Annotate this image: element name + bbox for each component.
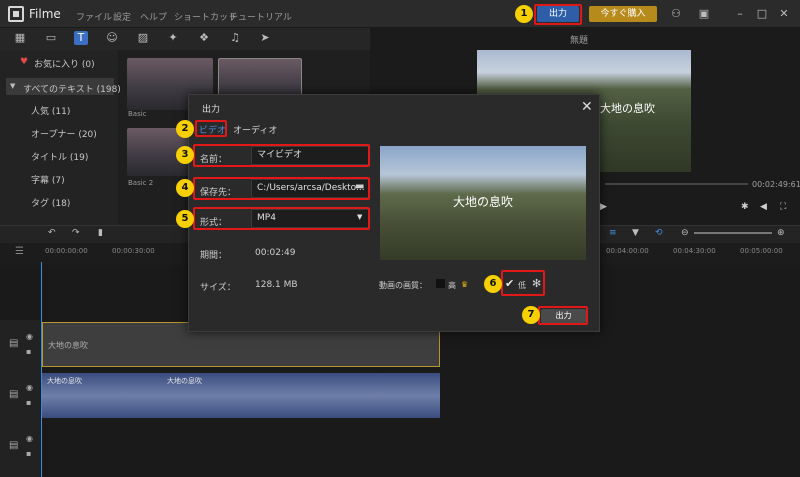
track-headers: [0, 320, 40, 477]
menu-file[interactable]: ファイル: [76, 10, 112, 23]
volume-icon[interactable]: ◀: [760, 202, 767, 212]
settings-icon[interactable]: ✱: [741, 202, 749, 212]
sidebar-item-all-text-label: すべてのテキスト (198): [23, 85, 121, 95]
fullscreen-icon[interactable]: ⛶: [780, 202, 786, 212]
snap-icon[interactable]: ⟲: [655, 228, 663, 238]
play-icon[interactable]: ▶: [600, 202, 607, 212]
highlight-box: [193, 177, 370, 200]
menu-tutorial[interactable]: チュートリアル: [229, 10, 292, 23]
tab-audio[interactable]: オーディオ: [233, 123, 277, 136]
chevron-down-icon: ▼: [10, 82, 16, 90]
step-badge: 7: [522, 306, 540, 324]
film-icon: ▤: [9, 440, 19, 451]
sidebar-item-popular[interactable]: 人気 (11): [31, 104, 70, 117]
ruler-label: 00:00:30:00: [112, 247, 155, 255]
playhead[interactable]: [41, 262, 42, 477]
duration-label: 期間：: [200, 251, 228, 261]
video-clip[interactable]: [42, 373, 440, 418]
marker-icon[interactable]: ▼: [632, 228, 639, 238]
step-badge: 1: [515, 5, 533, 23]
menu-help[interactable]: ヘルプ: [140, 10, 167, 23]
close-icon[interactable]: ✕: [777, 7, 791, 21]
ruler-label: 00:05:00:00: [740, 247, 783, 255]
app-title: Filme: [29, 7, 61, 21]
eye-icon[interactable]: ◉: [26, 332, 33, 341]
playback-progress[interactable]: [605, 183, 748, 185]
highlight-box: [538, 306, 588, 325]
preview-overlay-text: 大地の息吹: [600, 102, 655, 115]
duration-value: 00:02:49: [255, 248, 296, 258]
menu-settings[interactable]: 設定: [113, 10, 131, 23]
sidebar-item-subtitle[interactable]: 字幕 (7): [31, 173, 65, 186]
tracks-menu-icon[interactable]: ☰: [15, 246, 24, 257]
redo-icon[interactable]: ↷: [72, 228, 80, 238]
buy-now-button[interactable]: 今すぐ購入: [589, 6, 657, 22]
highlight-box: [193, 144, 370, 167]
video-clip-label: 大地の息吹: [167, 377, 202, 385]
sidebar-item-tag[interactable]: タグ (18): [31, 196, 70, 209]
export-preview-text: 大地の息吹: [452, 195, 513, 209]
ruler-label: 00:04:00:00: [606, 247, 649, 255]
highlight-box: [193, 207, 370, 230]
menu-shortcuts[interactable]: ショートカット: [174, 10, 237, 23]
media-icon[interactable]: ▦: [13, 31, 27, 45]
music-icon[interactable]: ♫: [228, 31, 242, 45]
buy-label: 今すぐ購入: [600, 9, 646, 19]
step-badge: 6: [484, 275, 502, 293]
sticker-icon[interactable]: ☺: [105, 31, 119, 45]
project-title: 無題: [570, 36, 589, 46]
lock-icon[interactable]: ▪: [26, 347, 31, 356]
step-badge: 2: [176, 120, 194, 138]
minimize-icon[interactable]: –: [733, 7, 747, 21]
sidebar-item-title[interactable]: タイトル (19): [31, 150, 88, 163]
crown-icon: ♛: [461, 280, 469, 289]
template-label: Basic: [128, 110, 147, 118]
undo-icon[interactable]: ↶: [48, 228, 56, 238]
highlight-box: [501, 270, 545, 296]
delete-icon[interactable]: ▮: [98, 228, 103, 238]
step-badge: 4: [176, 179, 194, 197]
step-badge: 5: [176, 210, 194, 228]
film-icon: ▤: [9, 389, 19, 400]
filter-icon[interactable]: ▨: [136, 31, 150, 45]
ruler-label: 00:00:00:00: [45, 247, 88, 255]
dialog-title: 出力: [202, 105, 221, 115]
step-badge: 3: [176, 146, 194, 164]
eye-icon[interactable]: ◉: [26, 383, 33, 392]
text-icon[interactable]: T: [74, 31, 88, 45]
effects-icon[interactable]: ✦: [166, 31, 180, 45]
lock-icon[interactable]: ▪: [26, 449, 31, 458]
size-value: 128.1 MB: [255, 280, 298, 290]
film-icon: ▤: [9, 338, 19, 349]
quality-high-radio[interactable]: [436, 279, 445, 288]
app-logo-icon: [8, 6, 24, 22]
user-icon[interactable]: ⚇: [669, 7, 683, 21]
template-label: Basic 2: [128, 179, 154, 187]
highlight-box: [534, 4, 582, 25]
zoom-in-icon[interactable]: ⊕: [777, 228, 785, 238]
sidebar-item-favorites[interactable]: お気に入り (0): [34, 57, 95, 70]
zoom-slider[interactable]: [694, 232, 772, 234]
video-clip-label: 大地の息吹: [47, 377, 82, 385]
folder-icon[interactable]: ▭: [44, 31, 58, 45]
ruler-label: 00:04:30:00: [673, 247, 716, 255]
gift-icon[interactable]: ▣: [697, 7, 711, 21]
playback-time: 00:02:49:61: [752, 180, 800, 189]
transition-icon[interactable]: ➤: [258, 31, 272, 45]
split-icon[interactable]: ≡: [609, 228, 617, 238]
quality-label: 動画の画質：: [379, 281, 427, 290]
heart-icon: ♥: [20, 57, 29, 67]
close-icon[interactable]: ✕: [581, 99, 593, 115]
text-clip-label: 大地の息吹: [48, 341, 88, 350]
size-label: サイズ：: [200, 283, 236, 293]
quality-high-label: 高: [448, 281, 456, 290]
sidebar-item-opener[interactable]: オープナー (20): [31, 127, 97, 140]
highlight-box: [195, 120, 227, 137]
lock-icon[interactable]: ▪: [26, 398, 31, 407]
eye-icon[interactable]: ◉: [26, 434, 33, 443]
zoom-out-icon[interactable]: ⊖: [681, 228, 689, 238]
maximize-icon[interactable]: □: [755, 7, 769, 21]
elements-icon[interactable]: ❖: [197, 31, 211, 45]
